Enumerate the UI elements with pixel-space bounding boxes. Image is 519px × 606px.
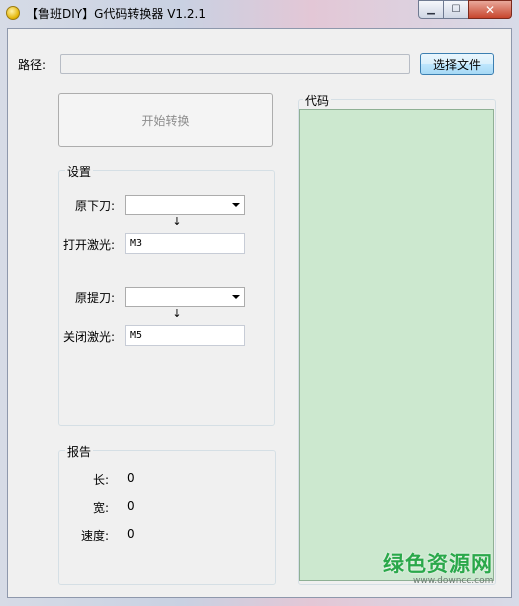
code-textarea[interactable] xyxy=(299,109,494,581)
settings-group: 设置 原下刀: ↓ 打开激光: M3 原提刀: ↓ 关闭激光: M5 xyxy=(58,163,275,426)
window-title: 【鲁班DIY】G代码转换器 V1.2.1 xyxy=(26,7,206,21)
orig-up-select[interactable] xyxy=(125,287,245,307)
orig-up-label: 原提刀: xyxy=(74,291,115,305)
speed-label: 速度: xyxy=(80,529,109,543)
watermark-url: www.downcc.com xyxy=(413,576,494,586)
window-frame: 【鲁班DIY】G代码转换器 V1.2.1 ▁ ☐ ✕ 路径: 选择文件 开始转换… xyxy=(0,0,519,606)
laser-off-input[interactable]: M5 xyxy=(125,325,245,346)
client-area: 路径: 选择文件 开始转换 设置 原下刀: ↓ 打开激光: M3 原提刀: ↓ … xyxy=(7,28,512,598)
laser-off-label: 关闭激光: xyxy=(62,330,115,344)
chevron-down-icon xyxy=(232,203,240,207)
speed-value: 0 xyxy=(127,527,135,541)
close-button[interactable]: ✕ xyxy=(468,0,512,19)
arrow-down-icon: ↓ xyxy=(172,215,182,228)
laser-on-label: 打开激光: xyxy=(62,238,115,252)
width-value: 0 xyxy=(127,499,135,513)
arrow-down-icon: ↓ xyxy=(172,307,182,320)
title-bar[interactable]: 【鲁班DIY】G代码转换器 V1.2.1 ▁ ☐ ✕ xyxy=(0,0,519,27)
length-value: 0 xyxy=(127,471,135,485)
start-convert-button[interactable]: 开始转换 xyxy=(58,93,273,147)
length-label: 长: xyxy=(92,473,109,487)
code-legend: 代码 xyxy=(303,92,332,109)
watermark: 绿色资源网 www.downcc.com xyxy=(383,552,503,586)
orig-down-label: 原下刀: xyxy=(74,199,115,213)
report-group: 报告 长: 0 宽: 0 速度: 0 xyxy=(58,443,276,585)
report-legend: 报告 xyxy=(65,443,94,460)
laser-on-input[interactable]: M3 xyxy=(125,233,245,254)
chevron-down-icon xyxy=(232,295,240,299)
settings-legend: 设置 xyxy=(65,163,94,180)
app-icon xyxy=(6,6,20,20)
path-label: 路径: xyxy=(18,58,47,72)
minimize-button[interactable]: ▁ xyxy=(418,0,444,19)
width-label: 宽: xyxy=(92,501,109,515)
path-input[interactable] xyxy=(60,54,410,74)
select-file-button[interactable]: 选择文件 xyxy=(420,53,494,75)
orig-down-select[interactable] xyxy=(125,195,245,215)
watermark-text: 绿色资源网 xyxy=(383,552,493,576)
maximize-button[interactable]: ☐ xyxy=(443,0,469,19)
code-group: 代码 xyxy=(298,92,496,585)
